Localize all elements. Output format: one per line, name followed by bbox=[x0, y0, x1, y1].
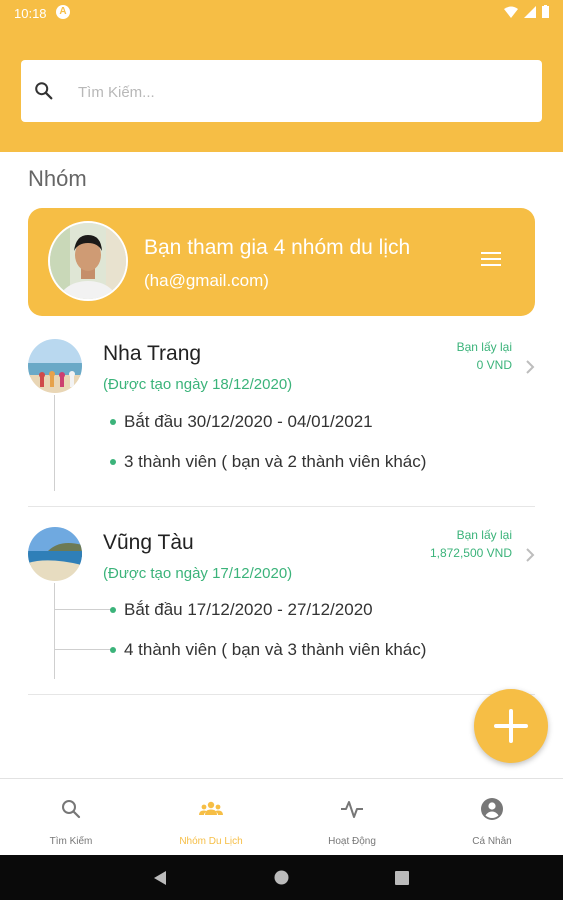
group-created-date: (Được tạo ngày 17/12/2020) bbox=[103, 565, 293, 582]
account-icon bbox=[481, 798, 503, 820]
divider bbox=[28, 694, 535, 695]
timeline-line bbox=[54, 395, 55, 491]
nav-label: Cá Nhân bbox=[472, 836, 512, 847]
back-icon[interactable] bbox=[153, 870, 167, 886]
search-icon bbox=[62, 800, 81, 819]
group-members-text: 4 thành viên ( bạn và 3 thành viên khác) bbox=[124, 640, 427, 659]
nav-label: Hoạt Động bbox=[328, 836, 376, 847]
bottom-navigation: Tìm Kiếm Nhóm Du Lịch Hoạt Động Cá Nhân bbox=[0, 778, 563, 856]
battery-icon bbox=[542, 5, 549, 18]
timeline-branch bbox=[54, 649, 112, 650]
group-dates: Bắt đầu 30/12/2020 - 04/01/2021 bbox=[110, 412, 373, 432]
nav-item-groups[interactable]: Nhóm Du Lịch bbox=[141, 779, 281, 856]
refund-label: Bạn lấy lại bbox=[456, 528, 512, 542]
group-name: Vũng Tàu bbox=[103, 531, 194, 554]
profile-email: (ha@gmail.com) bbox=[144, 271, 269, 290]
nav-item-activity[interactable]: Hoạt Động bbox=[282, 779, 422, 856]
status-time: 10:18 bbox=[14, 6, 47, 21]
status-icons bbox=[504, 5, 549, 18]
home-icon[interactable] bbox=[274, 870, 289, 885]
refund-info: Bạn lấy lại 1,872,500 VND bbox=[430, 526, 512, 562]
recents-icon[interactable] bbox=[395, 871, 409, 885]
nav-item-search[interactable]: Tìm Kiếm bbox=[1, 779, 141, 856]
profile-summary: Bạn tham gia 4 nhóm du lịch bbox=[144, 236, 411, 259]
group-item-nha-trang[interactable]: Nha Trang (Được tạo ngày 18/12/2020) Bắt… bbox=[0, 330, 563, 506]
group-members-text: 3 thành viên ( bạn và 2 thành viên khác) bbox=[124, 452, 427, 471]
group-thumbnail bbox=[28, 339, 82, 393]
status-bar: 10:18 A bbox=[0, 0, 563, 26]
bullet-dot bbox=[110, 647, 116, 653]
group-item-vung-tau[interactable]: Vũng Tàu (Được tạo ngày 17/12/2020) Bắt … bbox=[0, 518, 563, 694]
wifi-icon bbox=[504, 6, 518, 18]
bullet-dot bbox=[110, 419, 116, 425]
group-created-date: (Được tạo ngày 18/12/2020) bbox=[103, 376, 293, 393]
system-navigation-bar bbox=[0, 855, 563, 900]
bullet-dot bbox=[110, 459, 116, 465]
divider bbox=[28, 506, 535, 507]
nav-item-profile[interactable]: Cá Nhân bbox=[422, 779, 562, 856]
add-group-button[interactable] bbox=[474, 689, 548, 763]
profile-card: Bạn tham gia 4 nhóm du lịch (ha@gmail.co… bbox=[28, 208, 535, 316]
avatar bbox=[48, 221, 128, 301]
timeline-branch bbox=[54, 609, 112, 610]
signal-icon bbox=[524, 5, 536, 18]
refund-amount: 1,872,500 VND bbox=[429, 546, 512, 560]
group-dates-text: Bắt đầu 17/12/2020 - 27/12/2020 bbox=[124, 600, 373, 619]
header bbox=[0, 26, 563, 152]
nav-label: Nhóm Du Lịch bbox=[179, 836, 243, 847]
group-icon bbox=[199, 801, 223, 815]
app-notification-icon: A bbox=[56, 5, 70, 19]
group-dates-text: Bắt đầu 30/12/2020 - 04/01/2021 bbox=[124, 412, 373, 431]
chevron-right-icon[interactable] bbox=[525, 548, 535, 562]
group-thumbnail bbox=[28, 527, 82, 581]
refund-label: Bạn lấy lại bbox=[456, 340, 512, 354]
search-input[interactable] bbox=[76, 78, 520, 106]
refund-amount: 0 VND bbox=[476, 358, 512, 372]
group-dates: Bắt đầu 17/12/2020 - 27/12/2020 bbox=[110, 600, 373, 620]
bullet-dot bbox=[110, 607, 116, 613]
activity-icon bbox=[341, 801, 363, 818]
timeline-line bbox=[54, 583, 55, 679]
search-bar[interactable] bbox=[21, 60, 542, 122]
chevron-right-icon[interactable] bbox=[525, 360, 535, 374]
refund-info: Bạn lấy lại 0 VND bbox=[457, 338, 512, 374]
section-title: Nhóm bbox=[28, 166, 87, 191]
group-members: 3 thành viên ( bạn và 2 thành viên khác) bbox=[110, 452, 426, 472]
group-members: 4 thành viên ( bạn và 3 thành viên khác) bbox=[110, 640, 426, 660]
nav-label: Tìm Kiếm bbox=[49, 836, 93, 847]
group-name: Nha Trang bbox=[103, 342, 202, 365]
menu-icon[interactable] bbox=[481, 252, 501, 270]
search-icon bbox=[35, 82, 53, 100]
